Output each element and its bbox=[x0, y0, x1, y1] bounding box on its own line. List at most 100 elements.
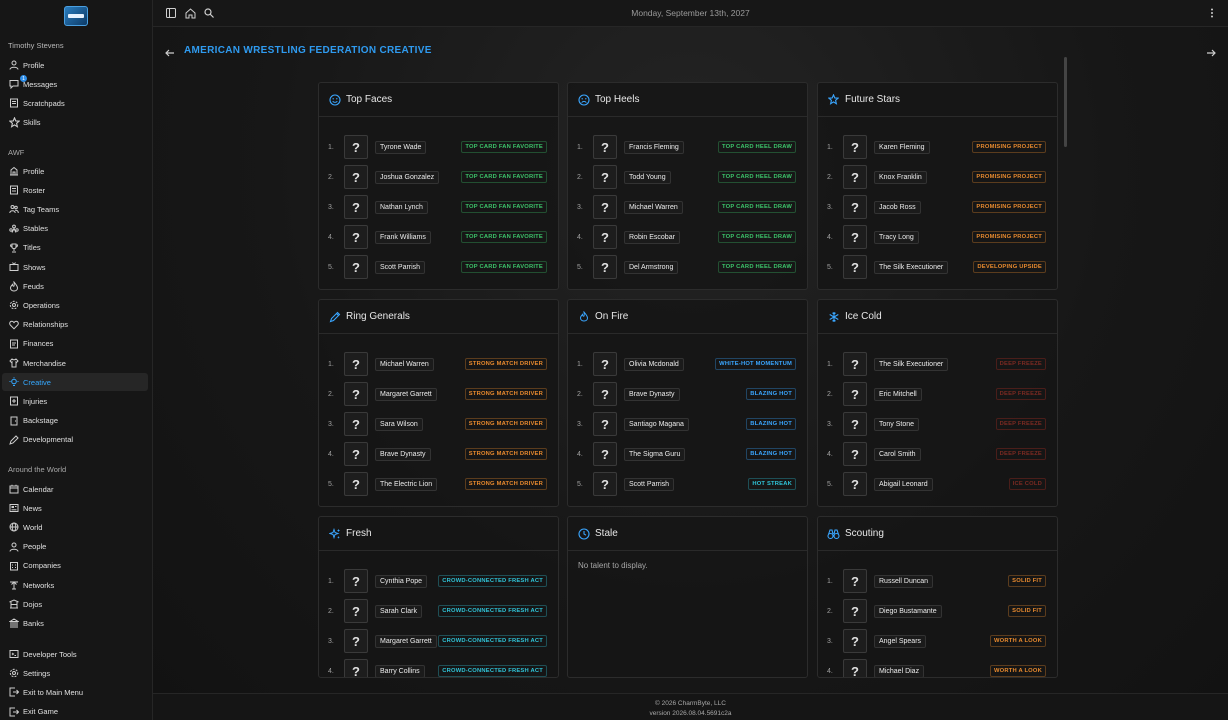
sidebar-item-injuries[interactable]: Injuries bbox=[2, 392, 148, 410]
talent-name-link[interactable]: Abigail Leonard bbox=[874, 477, 933, 491]
talent-name-link[interactable]: Barry Collins bbox=[375, 664, 425, 677]
talent-row[interactable]: 1.? Russell Duncan SOLID FIT bbox=[818, 566, 1057, 596]
scroll-thumb[interactable] bbox=[1064, 57, 1067, 147]
talent-name-link[interactable]: Knox Franklin bbox=[874, 170, 927, 184]
talent-name-link[interactable]: Jacob Ross bbox=[874, 200, 921, 214]
sidebar-item-stables[interactable]: Stables bbox=[2, 220, 148, 238]
unknown-avatar-icon[interactable]: ? bbox=[843, 412, 867, 436]
talent-name-link[interactable]: Robin Escobar bbox=[624, 230, 680, 244]
unknown-avatar-icon[interactable]: ? bbox=[344, 472, 368, 496]
talent-name-link[interactable]: Eric Mitchell bbox=[874, 387, 922, 401]
talent-row[interactable]: 1.? Karen Fleming PROMISING PROJECT bbox=[818, 132, 1057, 162]
unknown-avatar-icon[interactable]: ? bbox=[344, 195, 368, 219]
unknown-avatar-icon[interactable]: ? bbox=[593, 165, 617, 189]
unknown-avatar-icon[interactable]: ? bbox=[344, 599, 368, 623]
unknown-avatar-icon[interactable]: ? bbox=[344, 659, 368, 677]
talent-name-link[interactable]: Karen Fleming bbox=[874, 140, 930, 154]
unknown-avatar-icon[interactable]: ? bbox=[843, 472, 867, 496]
talent-name-link[interactable]: The Electric Lion bbox=[375, 477, 438, 491]
talent-row[interactable]: 5.? The Silk Executioner DEVELOPING UPSIDE bbox=[818, 252, 1057, 282]
talent-row[interactable]: 4.? The Sigma Guru BLAZING HOT bbox=[568, 439, 807, 469]
sidebar-item-creative[interactable]: Creative bbox=[2, 373, 148, 392]
talent-row[interactable]: 5.? Abigail Leonard ICE COLD bbox=[818, 469, 1057, 499]
sidebar-item-people[interactable]: People bbox=[2, 538, 148, 556]
unknown-avatar-icon[interactable]: ? bbox=[593, 472, 617, 496]
unknown-avatar-icon[interactable]: ? bbox=[843, 629, 867, 653]
unknown-avatar-icon[interactable]: ? bbox=[344, 629, 368, 653]
sidebar-item-banks[interactable]: Banks bbox=[2, 614, 148, 632]
talent-name-link[interactable]: Brave Dynasty bbox=[624, 387, 680, 401]
talent-row[interactable]: 2.? Eric Mitchell DEEP FREEZE bbox=[818, 379, 1057, 409]
sidebar-item-exit-to-main-menu[interactable]: Exit to Main Menu bbox=[2, 683, 148, 701]
unknown-avatar-icon[interactable]: ? bbox=[344, 255, 368, 279]
sidebar-item-messages[interactable]: 1 Messages bbox=[2, 75, 148, 93]
talent-row[interactable]: 3.? Tony Stone DEEP FREEZE bbox=[818, 409, 1057, 439]
game-logo[interactable] bbox=[64, 6, 88, 26]
unknown-avatar-icon[interactable]: ? bbox=[344, 412, 368, 436]
talent-name-link[interactable]: Todd Young bbox=[624, 170, 671, 184]
sidebar-item-profile[interactable]: Profile bbox=[2, 162, 148, 180]
back-arrow-icon[interactable] bbox=[165, 45, 177, 57]
talent-row[interactable]: 5.? The Electric Lion STRONG MATCH DRIVER bbox=[319, 469, 558, 499]
unknown-avatar-icon[interactable]: ? bbox=[593, 255, 617, 279]
talent-name-link[interactable]: Nathan Lynch bbox=[375, 200, 428, 214]
sidebar-item-calendar[interactable]: Calendar bbox=[2, 480, 148, 498]
talent-row[interactable]: 1.? Francis Fleming TOP CARD HEEL DRAW bbox=[568, 132, 807, 162]
unknown-avatar-icon[interactable]: ? bbox=[843, 382, 867, 406]
talent-name-link[interactable]: Margaret Garrett bbox=[375, 634, 437, 648]
talent-name-link[interactable]: Joshua Gonzalez bbox=[375, 170, 440, 184]
sidebar-item-developmental[interactable]: Developmental bbox=[2, 431, 148, 449]
talent-row[interactable]: 3.? Angel Spears WORTH A LOOK bbox=[818, 626, 1057, 656]
talent-name-link[interactable]: Michael Warren bbox=[624, 200, 683, 214]
unknown-avatar-icon[interactable]: ? bbox=[593, 195, 617, 219]
unknown-avatar-icon[interactable]: ? bbox=[344, 352, 368, 376]
unknown-avatar-icon[interactable]: ? bbox=[843, 442, 867, 466]
unknown-avatar-icon[interactable]: ? bbox=[843, 255, 867, 279]
talent-name-link[interactable]: Michael Warren bbox=[375, 357, 434, 371]
sidebar-item-companies[interactable]: Companies bbox=[2, 557, 148, 575]
unknown-avatar-icon[interactable]: ? bbox=[843, 165, 867, 189]
unknown-avatar-icon[interactable]: ? bbox=[344, 135, 368, 159]
talent-name-link[interactable]: Del Armstrong bbox=[624, 260, 679, 274]
sidebar-item-skills[interactable]: Skills bbox=[2, 114, 148, 132]
talent-name-link[interactable]: The Silk Executioner bbox=[874, 357, 949, 371]
talent-row[interactable]: 2.? Margaret Garrett STRONG MATCH DRIVER bbox=[319, 379, 558, 409]
talent-row[interactable]: 1.? Michael Warren STRONG MATCH DRIVER bbox=[319, 349, 558, 379]
talent-name-link[interactable]: Angel Spears bbox=[874, 634, 927, 648]
sidebar-item-tag-teams[interactable]: Tag Teams bbox=[2, 200, 148, 218]
talent-name-link[interactable]: Olivia Mcdonald bbox=[624, 357, 684, 371]
unknown-avatar-icon[interactable]: ? bbox=[344, 165, 368, 189]
talent-row[interactable]: 3.? Nathan Lynch TOP CARD FAN FAVORITE bbox=[319, 192, 558, 222]
sidebar-item-shows[interactable]: Shows bbox=[2, 258, 148, 276]
talent-name-link[interactable]: Carol Smith bbox=[874, 447, 921, 461]
unknown-avatar-icon[interactable]: ? bbox=[593, 412, 617, 436]
talent-row[interactable]: 2.? Todd Young TOP CARD HEEL DRAW bbox=[568, 162, 807, 192]
talent-name-link[interactable]: Scott Parrish bbox=[375, 260, 426, 274]
unknown-avatar-icon[interactable]: ? bbox=[843, 569, 867, 593]
talent-name-link[interactable]: Brave Dynasty bbox=[375, 447, 431, 461]
unknown-avatar-icon[interactable]: ? bbox=[344, 569, 368, 593]
sidebar-item-merchandise[interactable]: Merchandise bbox=[2, 354, 148, 372]
talent-name-link[interactable]: Scott Parrish bbox=[624, 477, 675, 491]
unknown-avatar-icon[interactable]: ? bbox=[344, 382, 368, 406]
sidebar-item-world[interactable]: World bbox=[2, 518, 148, 536]
talent-row[interactable]: 2.? Knox Franklin PROMISING PROJECT bbox=[818, 162, 1057, 192]
talent-row[interactable]: 3.? Sara Wilson STRONG MATCH DRIVER bbox=[319, 409, 558, 439]
talent-row[interactable]: 2.? Brave Dynasty BLAZING HOT bbox=[568, 379, 807, 409]
talent-row[interactable]: 2.? Sarah Clark CROWD-CONNECTED FRESH ACT bbox=[319, 596, 558, 626]
talent-row[interactable]: 3.? Michael Warren TOP CARD HEEL DRAW bbox=[568, 192, 807, 222]
talent-name-link[interactable]: Tracy Long bbox=[874, 230, 919, 244]
talent-name-link[interactable]: Sarah Clark bbox=[375, 604, 422, 618]
sidebar-item-scratchpads[interactable]: Scratchpads bbox=[2, 94, 148, 112]
talent-row[interactable]: 3.? Santiago Magana BLAZING HOT bbox=[568, 409, 807, 439]
talent-row[interactable]: 1.? Tyrone Wade TOP CARD FAN FAVORITE bbox=[319, 132, 558, 162]
talent-row[interactable]: 5.? Del Armstrong TOP CARD HEEL DRAW bbox=[568, 252, 807, 282]
unknown-avatar-icon[interactable]: ? bbox=[843, 135, 867, 159]
sidebar-item-roster[interactable]: Roster bbox=[2, 181, 148, 199]
unknown-avatar-icon[interactable]: ? bbox=[593, 135, 617, 159]
talent-name-link[interactable]: Tyrone Wade bbox=[375, 140, 427, 154]
sidebar-item-exit-game[interactable]: Exit Game bbox=[2, 703, 148, 720]
scrollbar[interactable] bbox=[1064, 57, 1068, 677]
unknown-avatar-icon[interactable]: ? bbox=[593, 352, 617, 376]
unknown-avatar-icon[interactable]: ? bbox=[843, 599, 867, 623]
